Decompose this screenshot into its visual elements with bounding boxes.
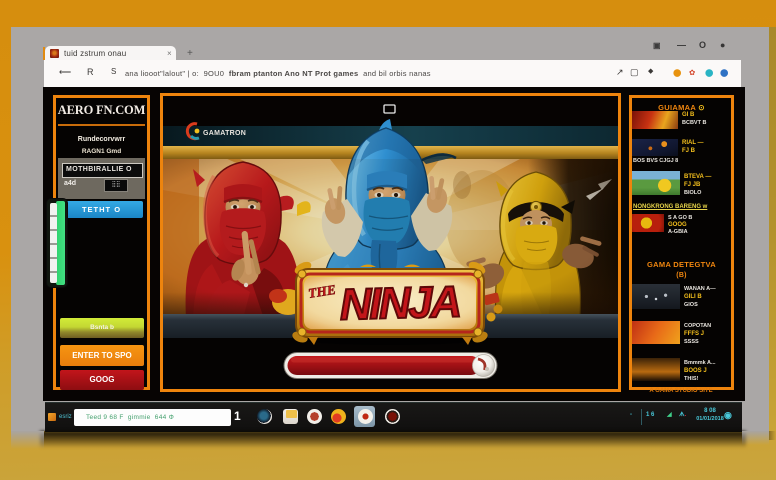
svg-text:NINJA: NINJA	[339, 277, 460, 329]
svg-text:GAMATRON: GAMATRON	[203, 130, 246, 137]
